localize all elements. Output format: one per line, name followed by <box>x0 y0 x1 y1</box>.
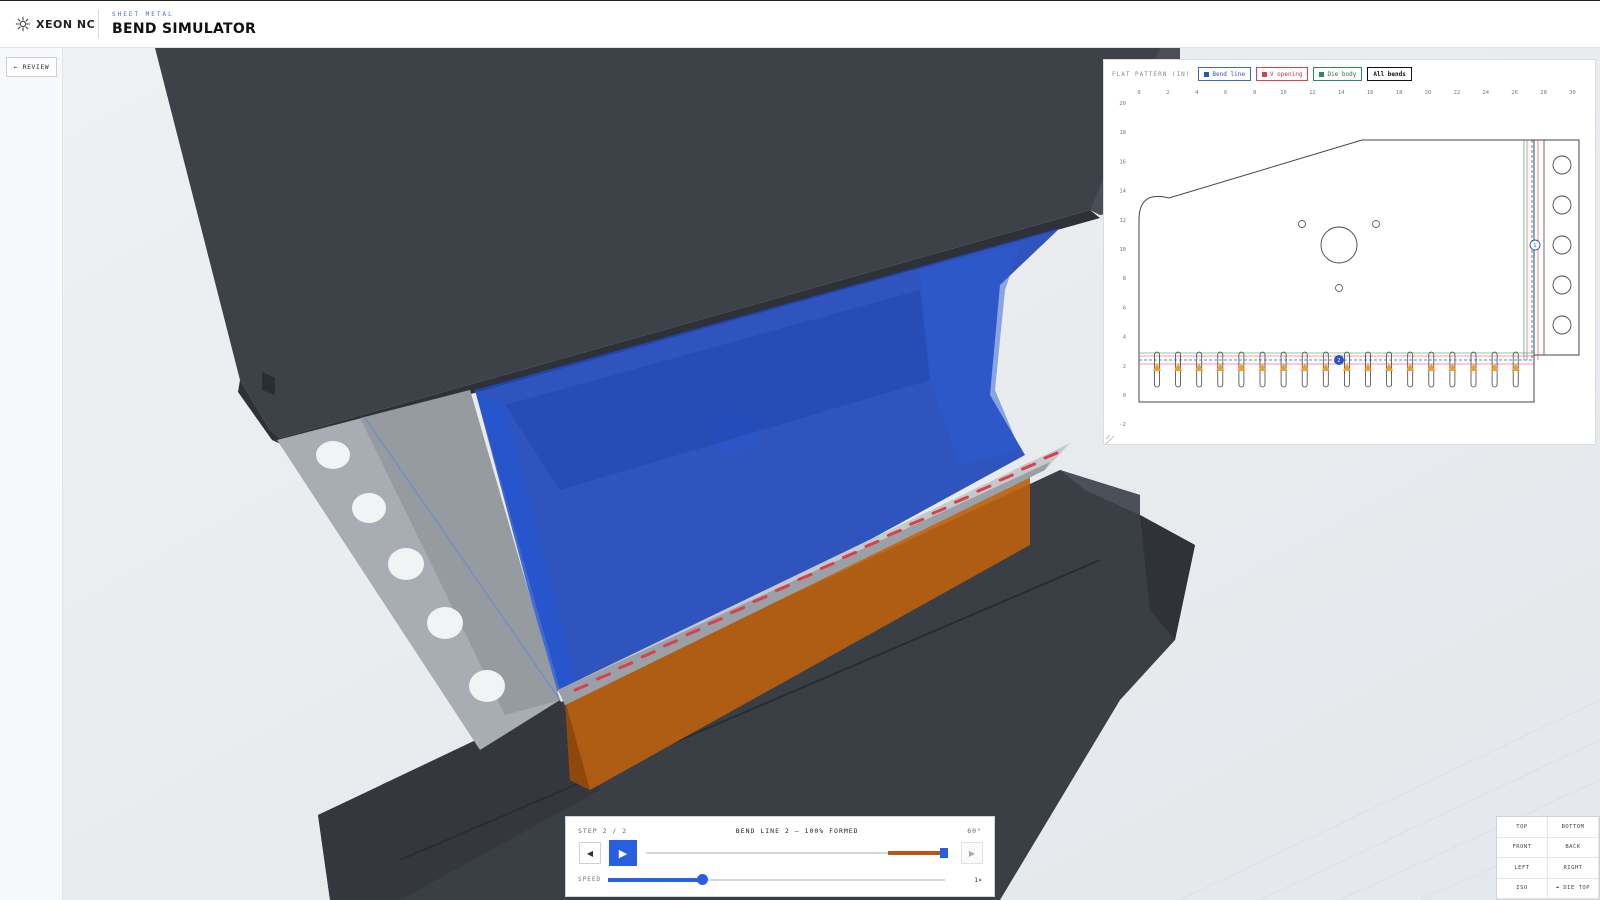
y-tick-label: 0 <box>1123 393 1126 399</box>
x-tick-label: 6 <box>1224 90 1227 96</box>
play-icon: ▶ <box>618 847 628 860</box>
chip-die-body[interactable]: Die body <box>1313 67 1363 81</box>
view-top-button[interactable]: TOP <box>1497 817 1548 838</box>
app-title: BEND SIMULATOR <box>112 21 257 37</box>
back-to-review-button[interactable]: ← REVIEW <box>6 57 57 77</box>
x-tick-label: 30 <box>1569 90 1576 96</box>
app-subtitle: SHEET METAL <box>112 11 174 18</box>
y-tick-label: 6 <box>1123 305 1126 311</box>
bend-progress-fill <box>887 851 948 855</box>
x-tick-label: 22 <box>1454 90 1461 96</box>
chip-die-body-label: Die body <box>1327 70 1357 78</box>
view-left-button[interactable]: LEFT <box>1497 858 1548 879</box>
chip-bend-line-label: Bend line <box>1212 70 1245 78</box>
y-tick-label: 10 <box>1119 247 1126 253</box>
playback-bar: STEP 2 / 2 BEND LINE 2 — 100% FORMED 60°… <box>565 816 995 897</box>
bend-marker-2[interactable]: 2 <box>1334 355 1344 365</box>
x-tick-label: 2 <box>1166 90 1169 96</box>
bend-line-swatch-icon <box>1204 71 1210 77</box>
chip-v-opening[interactable]: V opening <box>1255 67 1309 81</box>
chip-all-bends[interactable]: All bends <box>1367 67 1412 81</box>
flat-pattern-panel: 0 2 4 6 8 10 12 14 16 18 20 22 24 26 28 30 20 18 16 14 12 10… <box>1103 59 1596 445</box>
x-tick-label: 26 <box>1511 90 1518 96</box>
brand-logo-icon <box>15 16 31 32</box>
view-presets: TOP BOTTOM FRONT BACK LEFT RIGHT ISO ⌖ D… <box>1496 816 1600 900</box>
play-button[interactable]: ▶ <box>609 840 637 866</box>
flat-pattern-header: FLAT PATTERN (IN) Bend line V opening Di… <box>1112 67 1412 81</box>
y-tick-label: 2 <box>1123 364 1126 370</box>
x-tick-label: 28 <box>1540 90 1547 96</box>
speed-label: SPEED <box>578 876 602 883</box>
y-tick-label: 16 <box>1119 159 1126 165</box>
die-body-swatch-icon <box>1319 71 1325 77</box>
chip-v-opening-label: V opening <box>1269 70 1303 78</box>
y-tick-label: 20 <box>1119 101 1126 107</box>
chip-bend-line[interactable]: Bend line <box>1198 67 1251 81</box>
view-bottom-button[interactable]: BOTTOM <box>1548 817 1599 838</box>
speed-knob[interactable] <box>697 874 709 885</box>
view-back-button[interactable]: BACK <box>1548 837 1599 858</box>
svg-text:1: 1 <box>1533 243 1536 249</box>
previous-step-button[interactable]: ◀ <box>579 842 601 864</box>
flange-holes <box>1552 155 1572 335</box>
y-tick-label: 12 <box>1119 218 1126 224</box>
x-tick-label: 0 <box>1137 90 1140 96</box>
brand[interactable]: XEON NC <box>14 15 98 33</box>
bend-status: BEND LINE 2 — 100% FORMED <box>735 827 859 835</box>
v-opening-swatch-icon <box>1261 71 1267 77</box>
view-iso-button[interactable]: ISO <box>1497 878 1548 899</box>
svg-text:2: 2 <box>1337 358 1340 364</box>
bend-marker-1[interactable]: 1 <box>1529 239 1541 251</box>
resize-handle[interactable] <box>1105 434 1115 445</box>
step-label: STEP 2 / 2 <box>578 827 628 835</box>
y-tick-label: -2 <box>1119 422 1126 428</box>
view-die-top-button[interactable]: ⌖ DIE TOP <box>1548 878 1599 899</box>
bend-progress-slider[interactable] <box>646 848 948 858</box>
x-tick-label: 20 <box>1425 90 1432 96</box>
speed-slider[interactable] <box>608 874 945 885</box>
speed-fill <box>608 878 703 882</box>
y-tick-label: 4 <box>1123 335 1127 341</box>
header-divider <box>98 10 99 38</box>
view-front-button[interactable]: FRONT <box>1497 837 1548 858</box>
left-rail: ← REVIEW <box>0 48 63 900</box>
x-tick-label: 18 <box>1396 90 1403 96</box>
view-right-button[interactable]: RIGHT <box>1548 858 1599 879</box>
y-tick-label: 14 <box>1119 189 1126 195</box>
x-tick-label: 12 <box>1309 90 1316 96</box>
x-tick-label: 24 <box>1482 90 1489 96</box>
x-tick-label: 10 <box>1280 90 1287 96</box>
y-tick-label: 18 <box>1119 130 1126 136</box>
bend-progress-handle[interactable] <box>940 848 948 858</box>
x-tick-label: 4 <box>1195 90 1199 96</box>
flat-pattern-drawing: 0 2 4 6 8 10 12 14 16 18 20 22 24 26 28 30 201816141210… <box>1105 90 1580 445</box>
next-icon: ▶ <box>968 848 976 858</box>
flat-pattern-title: FLAT PATTERN (IN) <box>1112 70 1191 78</box>
next-step-button[interactable]: ▶ <box>961 842 983 864</box>
brand-name: XEON NC <box>36 17 96 31</box>
x-tick-label: 14 <box>1338 90 1345 96</box>
previous-icon: ◀ <box>586 848 594 858</box>
bend-angle: 60° <box>967 827 982 835</box>
x-tick-label: 16 <box>1367 90 1374 96</box>
app-header: XEON NC SHEET METAL BEND SIMULATOR <box>0 0 1600 48</box>
speed-value: 1× <box>974 876 982 884</box>
y-tick-label: 8 <box>1123 276 1126 282</box>
playback-status-row: STEP 2 / 2 BEND LINE 2 — 100% FORMED 60° <box>578 827 982 835</box>
x-tick-label: 8 <box>1253 90 1256 96</box>
title-block: SHEET METAL BEND SIMULATOR <box>112 11 256 37</box>
